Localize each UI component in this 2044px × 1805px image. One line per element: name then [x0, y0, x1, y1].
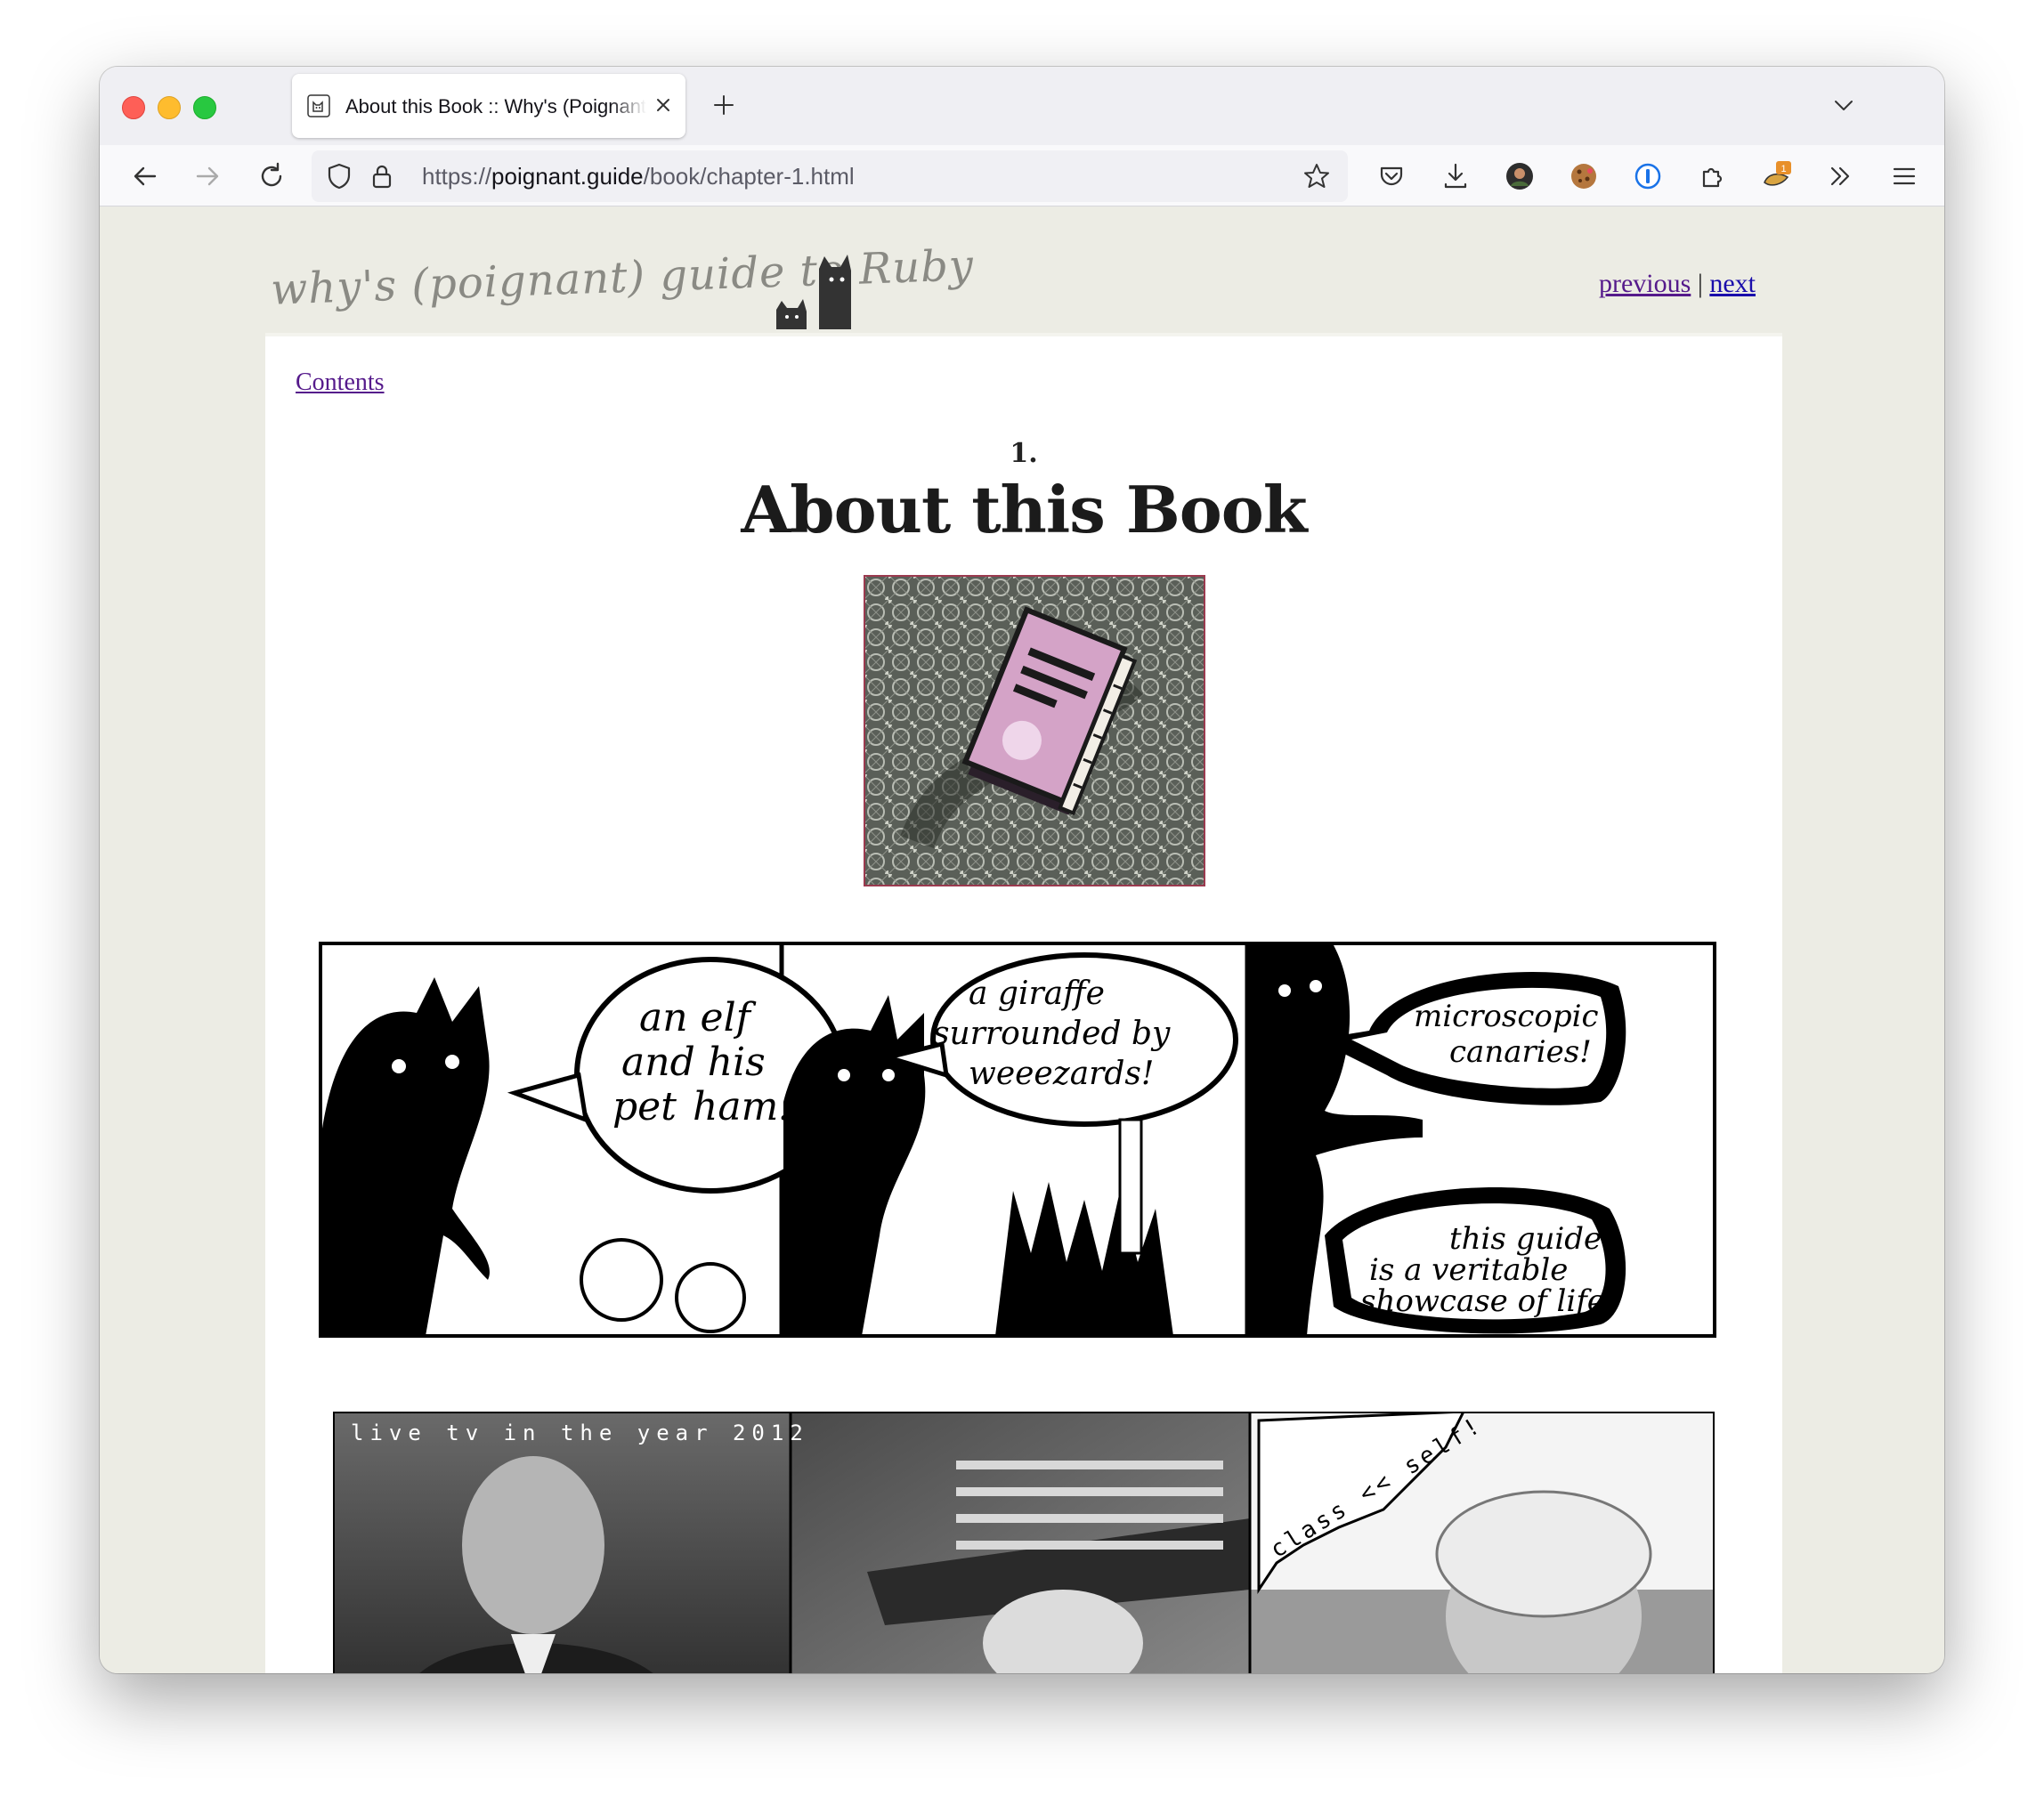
comic2-panel1-caption: live tv in the year 2012	[351, 1421, 809, 1445]
hamburger-menu-icon[interactable]	[1889, 161, 1919, 191]
extensions-puzzle-icon[interactable]	[1697, 161, 1727, 191]
active-tab[interactable]: About this Book :: Why's (Poignant Guide…	[292, 74, 685, 138]
previous-link[interactable]: previous	[1599, 269, 1691, 298]
chapter-nav: previous | next	[1599, 269, 1756, 299]
profile-avatar-icon[interactable]	[1505, 161, 1535, 191]
extension-badge-count: 1	[1780, 164, 1786, 174]
download-icon[interactable]	[1440, 161, 1471, 191]
next-link[interactable]: next	[1709, 269, 1756, 298]
tab-bar: About this Book :: Why's (Poignant Guide…	[100, 67, 1944, 145]
shield-icon[interactable]	[324, 161, 354, 191]
content-area: Contents 1. About this Book an elf and h…	[265, 333, 1782, 1673]
contents-link[interactable]: Contents	[296, 368, 385, 397]
pocket-icon[interactable]	[1376, 161, 1407, 191]
password-manager-icon[interactable]	[1633, 161, 1663, 191]
overflow-chevrons-icon[interactable]	[1825, 161, 1855, 191]
nav-separator: |	[1697, 269, 1703, 298]
book-illustration	[864, 575, 1205, 886]
url-host: poignant.guide	[491, 163, 644, 190]
comic-strip-one: an elf and his pet ham! a giraffe surrou…	[319, 942, 1716, 1338]
badge-extension-icon[interactable]: 1	[1761, 161, 1791, 191]
forward-arrow-icon[interactable]	[192, 161, 223, 191]
plus-icon[interactable]	[710, 92, 737, 118]
masthead: why's (poignant) guide to Ruby previous …	[265, 206, 1782, 329]
chapter-title: About this Book	[741, 472, 1307, 547]
lock-icon[interactable]	[367, 161, 397, 191]
close-icon[interactable]	[650, 92, 677, 118]
back-arrow-icon[interactable]	[130, 161, 160, 191]
chevron-down-icon[interactable]	[1830, 92, 1857, 118]
url-text[interactable]: https://poignant.guide/book/chapter-1.ht…	[422, 163, 855, 190]
url-scheme: https://	[422, 163, 492, 190]
reload-icon[interactable]	[256, 161, 287, 191]
navigation-toolbar: https://poignant.guide/book/chapter-1.ht…	[100, 145, 1944, 206]
cookie-extension-icon[interactable]	[1569, 161, 1599, 191]
address-bar[interactable]: https://poignant.guide/book/chapter-1.ht…	[312, 150, 1348, 202]
minimize-window-button[interactable]	[158, 96, 181, 119]
site-logo[interactable]: why's (poignant) guide to Ruby	[270, 240, 975, 315]
comic-strip-two: live tv in the year 2012 class << self!	[333, 1412, 1715, 1673]
url-path: /book/chapter-1.html	[643, 163, 855, 190]
close-window-button[interactable]	[122, 96, 145, 119]
chapter-number: 1.	[1010, 438, 1038, 469]
cats-logo-icon	[776, 255, 851, 329]
zoom-window-button[interactable]	[193, 96, 216, 119]
web-page: why's (poignant) guide to Ruby previous …	[100, 206, 1944, 1673]
cat-favicon-icon	[307, 94, 330, 117]
bookmark-star-icon[interactable]	[1302, 161, 1332, 191]
browser-window: About this Book :: Why's (Poignant Guide…	[100, 67, 1944, 1673]
tab-title: About this Book :: Why's (Poignant Guide…	[345, 95, 646, 117]
